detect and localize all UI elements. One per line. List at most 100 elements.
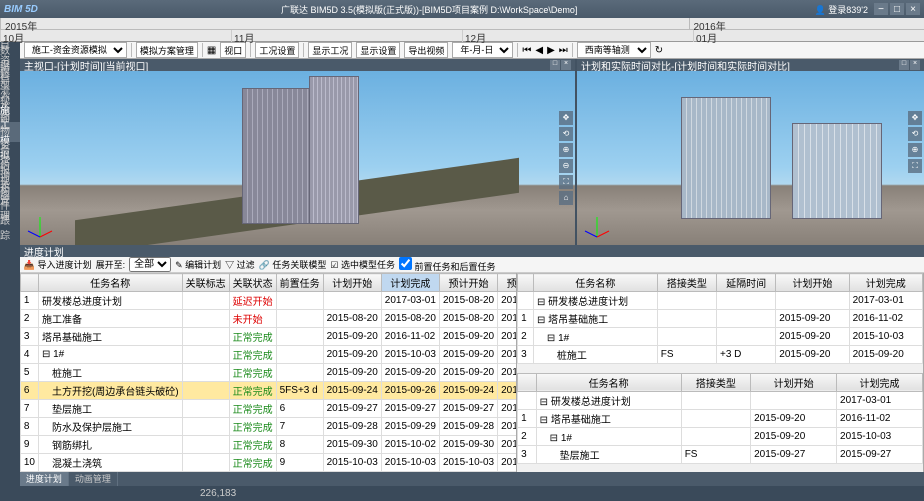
window-buttons: − □ × (874, 3, 920, 15)
col-header[interactable]: 计划完成 (837, 373, 923, 391)
col-header[interactable]: 计划完成 (849, 274, 922, 292)
play-icon[interactable]: ▶ (547, 45, 555, 56)
sidebar-item-track-icon[interactable]: 构件跟踪 (0, 202, 20, 222)
col-header[interactable]: 计划开始 (323, 274, 381, 292)
maximize-button[interactable]: □ (890, 3, 904, 15)
ruler-month: 11月 (231, 30, 462, 42)
table-row[interactable]: 2施工准备未开始2015-08-202015-08-202015-08-2020… (20, 310, 517, 328)
viewport-left-canvas[interactable]: ✥ ⟲ ⊕ ⊖ ⛶ ⌂ (20, 71, 575, 245)
col-header[interactable]: 任务名称 (533, 274, 657, 292)
play-first-icon[interactable]: ⏮ (522, 45, 531, 56)
main-task-table[interactable]: 任务名称关联标志关联状态前置任务计划开始计划完成预计开始预计完成实际1研发楼总进… (20, 273, 517, 472)
table-row[interactable]: 1⊟ 塔吊基础施工2015-09-202016-11-02 (518, 409, 923, 427)
show-set-button[interactable]: 显示设置 (356, 42, 400, 58)
vp-max-icon[interactable]: □ (899, 60, 909, 70)
ruler-year: 2015年 (0, 18, 689, 29)
edit-plan-button[interactable]: ✎ 编辑计划 (175, 258, 221, 271)
successor-table[interactable]: 任务名称搭接类型计划开始计划完成⊟ 研发楼总进度计划2017-03-011⊟ 塔… (517, 373, 924, 473)
view-tools: ✥ ⟲ ⊕ ⊖ ⛶ ⌂ (559, 111, 573, 205)
rotate-icon[interactable]: ⟲ (559, 127, 573, 141)
footer-tab[interactable]: 动画管理 (69, 472, 118, 486)
timeline-ruler[interactable]: 2015年2016年 10月11月12月01月 (0, 18, 924, 42)
table-row[interactable]: 5 桩施工正常完成2015-09-202015-09-202015-09-202… (20, 364, 517, 382)
col-header[interactable]: 延隔时间 (717, 274, 776, 292)
pan-icon[interactable]: ✥ (559, 111, 573, 125)
filter-button[interactable]: ▽ 过滤 (225, 258, 255, 271)
sel-tasks-button[interactable]: ☑ 选中模型任务 (330, 258, 395, 271)
col-header[interactable]: 关联状态 (229, 274, 276, 292)
table-row[interactable]: 8 防水及保护层施工正常完成72015-09-282015-09-292015-… (20, 418, 517, 436)
expand-label: 展开至: (96, 258, 126, 271)
table-row[interactable]: 7 垫层施工正常完成62015-09-272015-09-272015-09-2… (20, 400, 517, 418)
rotate-icon[interactable]: ⟲ (908, 127, 922, 141)
play-next-icon[interactable]: ⏭ (559, 45, 568, 56)
table-row[interactable]: 6 土方开挖(周边承台链头破砼)正常完成5FS+3 d2015-09-24201… (20, 382, 517, 400)
table-row[interactable]: 1⊟ 塔吊基础施工2015-09-202016-11-02 (518, 310, 923, 328)
pan-icon[interactable]: ✥ (908, 111, 922, 125)
table-row[interactable]: 1研发楼总进度计划延迟开始2017-03-012015-08-202017-03… (20, 292, 517, 310)
table-row[interactable]: 3 垫层施工FS2015-09-272015-09-27 (518, 445, 923, 463)
col-header[interactable]: 预计开始 (439, 274, 497, 292)
login-info[interactable]: 👤 登录839'2 (815, 3, 868, 16)
table-row[interactable]: 3塔吊基础施工正常完成2015-09-202016-11-022015-09-2… (20, 328, 517, 346)
import-plan-button[interactable]: 📥 导入进度计划 (24, 258, 92, 271)
home-icon[interactable]: ⌂ (559, 191, 573, 205)
table-row[interactable]: 2 ⊟ 1#2015-09-202015-10-03 (518, 427, 923, 445)
col-header[interactable]: 前置任务 (276, 274, 323, 292)
statusbar: 226,183 (0, 486, 924, 500)
table-row[interactable]: 4⊟ 1#正常完成2015-09-202015-10-032015-09-202… (20, 346, 517, 364)
col-header[interactable] (518, 274, 534, 292)
export-vid-button[interactable]: 导出视频 (404, 42, 448, 58)
vp-max-icon[interactable]: □ (550, 60, 560, 70)
minimize-button[interactable]: − (874, 3, 888, 15)
expand-select[interactable]: 全部 (129, 257, 171, 272)
table-row[interactable]: ⊟ 研发楼总进度计划2017-03-01 (518, 292, 923, 310)
axis-indicator (583, 213, 611, 241)
ruler-month: 10月 (0, 30, 231, 42)
predecessor-table[interactable]: 任务名称搭接类型延隔时间计划开始计划完成⊟ 研发楼总进度计划2017-03-01… (517, 273, 924, 373)
footer-tab[interactable]: 进度计划 (20, 472, 69, 486)
close-button[interactable]: × (906, 3, 920, 15)
play-prev-icon[interactable]: ◀ (535, 45, 543, 56)
zoom-icon[interactable]: ⊕ (559, 143, 573, 157)
footer-tabs: 进度计划动画管理 (20, 472, 924, 486)
sidebar: 项目资料数据导入模型视图流水视图施工模拟物资查询合约视图报表管理构件跟踪 (0, 42, 20, 486)
zoom-out-icon[interactable]: ⊖ (559, 159, 573, 173)
col-header[interactable]: 计划完成 (381, 274, 439, 292)
viewport-right: 计划和实际时间对比-[计划时间和实际时间对比] □× ✥⟲⊕⛶ (577, 59, 924, 245)
col-header[interactable] (20, 274, 38, 292)
fit-icon[interactable]: ⛶ (908, 159, 922, 173)
col-header[interactable]: 搭接类型 (657, 274, 716, 292)
fit-icon[interactable]: ⛶ (559, 175, 573, 189)
col-header[interactable]: 计划开始 (751, 373, 837, 391)
col-header[interactable]: 任务名称 (536, 373, 681, 391)
zoom-icon[interactable]: ⊕ (908, 143, 922, 157)
table-toolbar: 📥 导入进度计划 展开至: 全部 ✎ 编辑计划 ▽ 过滤 🔗 任务关联模型 ☑ … (20, 257, 924, 273)
axis-select[interactable]: 西南等轴测 (577, 42, 651, 58)
col-header[interactable] (518, 373, 537, 391)
front-back-checkbox[interactable]: 前置任务和后置任务 (399, 257, 496, 273)
sim-mgmt-button[interactable]: 模拟方案管理 (136, 42, 198, 58)
viewport-mgmt-icon[interactable]: ▦ (207, 45, 216, 56)
table-row[interactable]: ⊟ 研发楼总进度计划2017-03-01 (518, 391, 923, 409)
table-row[interactable]: 10 混凝土浇筑正常完成92015-10-032015-10-032015-10… (20, 454, 517, 472)
col-header[interactable]: 搭接类型 (681, 373, 750, 391)
table-row[interactable]: 9 钢筋绑扎正常完成82015-09-302015-10-022015-09-3… (20, 436, 517, 454)
refresh-icon[interactable]: ↻ (655, 45, 663, 56)
viewport-left: 主视口-[计划时间][当前视口] □× ✥ ⟲ ⊕ ⊖ ⛶ ⌂ (20, 59, 575, 245)
col-header[interactable]: 任务名称 (38, 274, 182, 292)
app-logo: BIM 5D (4, 4, 38, 15)
vp-close-icon[interactable]: × (561, 60, 571, 70)
wk-set-button[interactable]: 工况设置 (255, 42, 299, 58)
col-header[interactable]: 预计完成 (498, 274, 518, 292)
assoc-model-button[interactable]: 🔗 任务关联模型 (259, 258, 327, 271)
vp-close-icon[interactable]: × (910, 60, 920, 70)
col-header[interactable]: 关联标志 (182, 274, 229, 292)
viewport-right-canvas[interactable]: ✥ ⟲ ⊕ ⛶ (577, 71, 924, 245)
col-header[interactable]: 计划开始 (776, 274, 849, 292)
model-select[interactable]: 施工-资金资源模拟 (24, 42, 127, 58)
table-row[interactable]: 3 桩施工FS+3 D2015-09-202015-09-20 (518, 346, 923, 364)
table-row[interactable]: 2 ⊟ 1#2015-09-202015-10-03 (518, 328, 923, 346)
show-wk-button[interactable]: 显示工况 (308, 42, 352, 58)
axis-indicator (26, 213, 54, 241)
